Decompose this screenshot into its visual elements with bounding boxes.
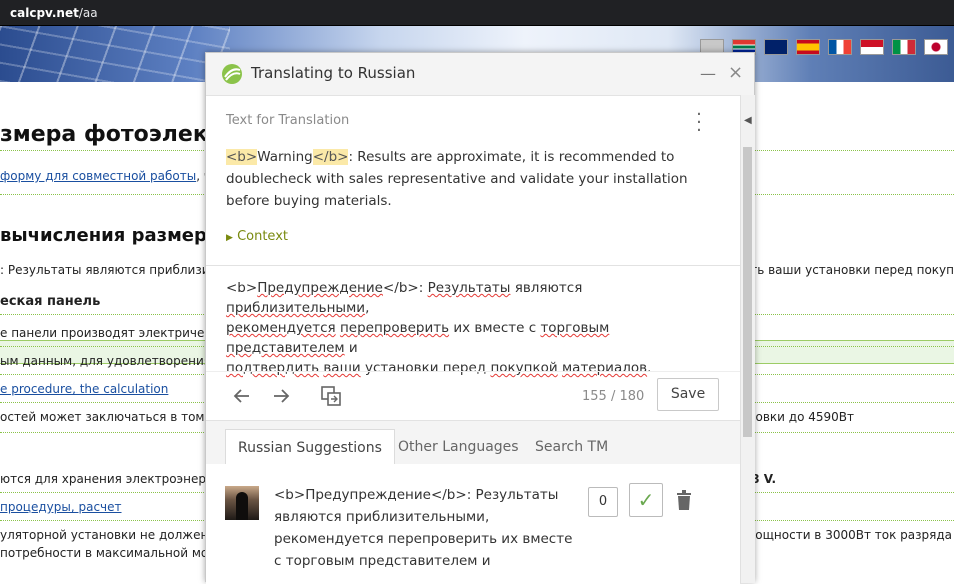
scrollbar[interactable]: ◀ <box>740 95 755 583</box>
power-text-right: новки до 4590Вт <box>747 410 854 424</box>
dialog-title: Translating to Russian <box>251 64 416 82</box>
warning-text-right: дить ваши установки перед покуп <box>734 263 954 277</box>
suggestion-item[interactable]: <b>Предупреждение</b>: Результаты являют… <box>206 464 740 584</box>
approve-check-icon[interactable]: ✓ <box>629 483 663 517</box>
caret-left-icon[interactable]: ◀ <box>744 115 752 126</box>
suggestion-tabs: Russian Suggestions Other Languages Sear… <box>206 420 740 465</box>
character-counter: 155 / 180 <box>582 389 645 404</box>
section-title: вычисления размера <box>0 225 220 246</box>
panel-heading: еская панель <box>0 294 101 309</box>
save-button[interactable]: Save <box>657 378 719 411</box>
battery-text-2-right: мощности в 3000Вт ток разряда <box>746 528 952 542</box>
warning-text: : Результаты являются приблизите <box>0 263 224 277</box>
dialog-header[interactable]: Translating to Russian — × <box>206 53 754 96</box>
panel-text: е панели производят электричест <box>0 326 218 340</box>
flag-icon[interactable] <box>796 39 820 55</box>
battery-text-3: потребности в максимальной мощ <box>0 546 220 560</box>
divider <box>206 265 740 266</box>
context-toggle[interactable]: ▶ Context <box>226 229 288 244</box>
cooperation-link[interactable]: форму для совместной работы <box>0 169 196 183</box>
suggestion-text: <b>Предупреждение</b>: Результаты являют… <box>274 487 573 569</box>
flag-icon[interactable] <box>828 39 852 55</box>
tab-search-tm[interactable]: Search TM <box>523 429 620 465</box>
avatar <box>225 486 259 520</box>
flag-icon[interactable] <box>924 39 948 55</box>
procedure-link-ru[interactable]: процедуры, расчет <box>0 500 122 514</box>
translation-dialog: Translating to Russian — × Text for Tran… <box>205 52 755 584</box>
flag-icon[interactable] <box>860 39 884 55</box>
caret-right-icon: ▶ <box>226 233 233 243</box>
arrow-right-icon[interactable] <box>271 386 291 406</box>
panel-text-2: ым данным, для удовлетворения <box>0 354 211 368</box>
translation-editor[interactable]: <b>Предупреждение</b>: Результаты являют… <box>226 278 726 378</box>
copy-source-icon[interactable] <box>320 385 342 407</box>
solar-panel-image <box>0 26 230 82</box>
trash-icon[interactable] <box>676 490 692 510</box>
flag-icon[interactable] <box>892 39 916 55</box>
tab-russian-suggestions[interactable]: Russian Suggestions <box>225 429 395 465</box>
scrollbar-thumb[interactable] <box>743 147 752 437</box>
intro-text: форму для совместной работы, что <box>0 169 225 183</box>
tab-other-languages[interactable]: Other Languages <box>386 429 531 465</box>
context-label: Context <box>237 229 288 244</box>
page-title: змера фотоэлек <box>0 122 208 147</box>
power-text: остей может заключаться в том, чт <box>0 410 227 424</box>
more-options-icon[interactable]: · · · <box>696 106 702 140</box>
minimize-icon[interactable]: — <box>700 64 716 83</box>
close-icon[interactable]: × <box>728 62 743 83</box>
flag-icon[interactable] <box>764 39 788 55</box>
arrow-left-icon[interactable] <box>232 386 252 406</box>
app-logo-icon <box>222 64 242 84</box>
address-bar[interactable]: calcpv.net/aa <box>0 0 954 26</box>
tag-open: <b> <box>226 149 258 165</box>
url-host: calcpv.net <box>10 6 79 20</box>
vote-score: 0 <box>588 487 618 517</box>
battery-text-2: уляторной установки не должен п <box>0 528 220 542</box>
source-word: Warning <box>257 149 313 165</box>
divider <box>206 371 740 372</box>
url-path: /aa <box>78 6 98 20</box>
battery-text: ются для хранения электроэнерги <box>0 472 221 486</box>
procedure-link[interactable]: e procedure, the calculation <box>0 382 168 396</box>
source-text: <b>Warning</b>: Results are approximate,… <box>226 146 726 212</box>
source-label: Text for Translation <box>226 113 350 128</box>
tag-close: </b> <box>312 149 349 165</box>
